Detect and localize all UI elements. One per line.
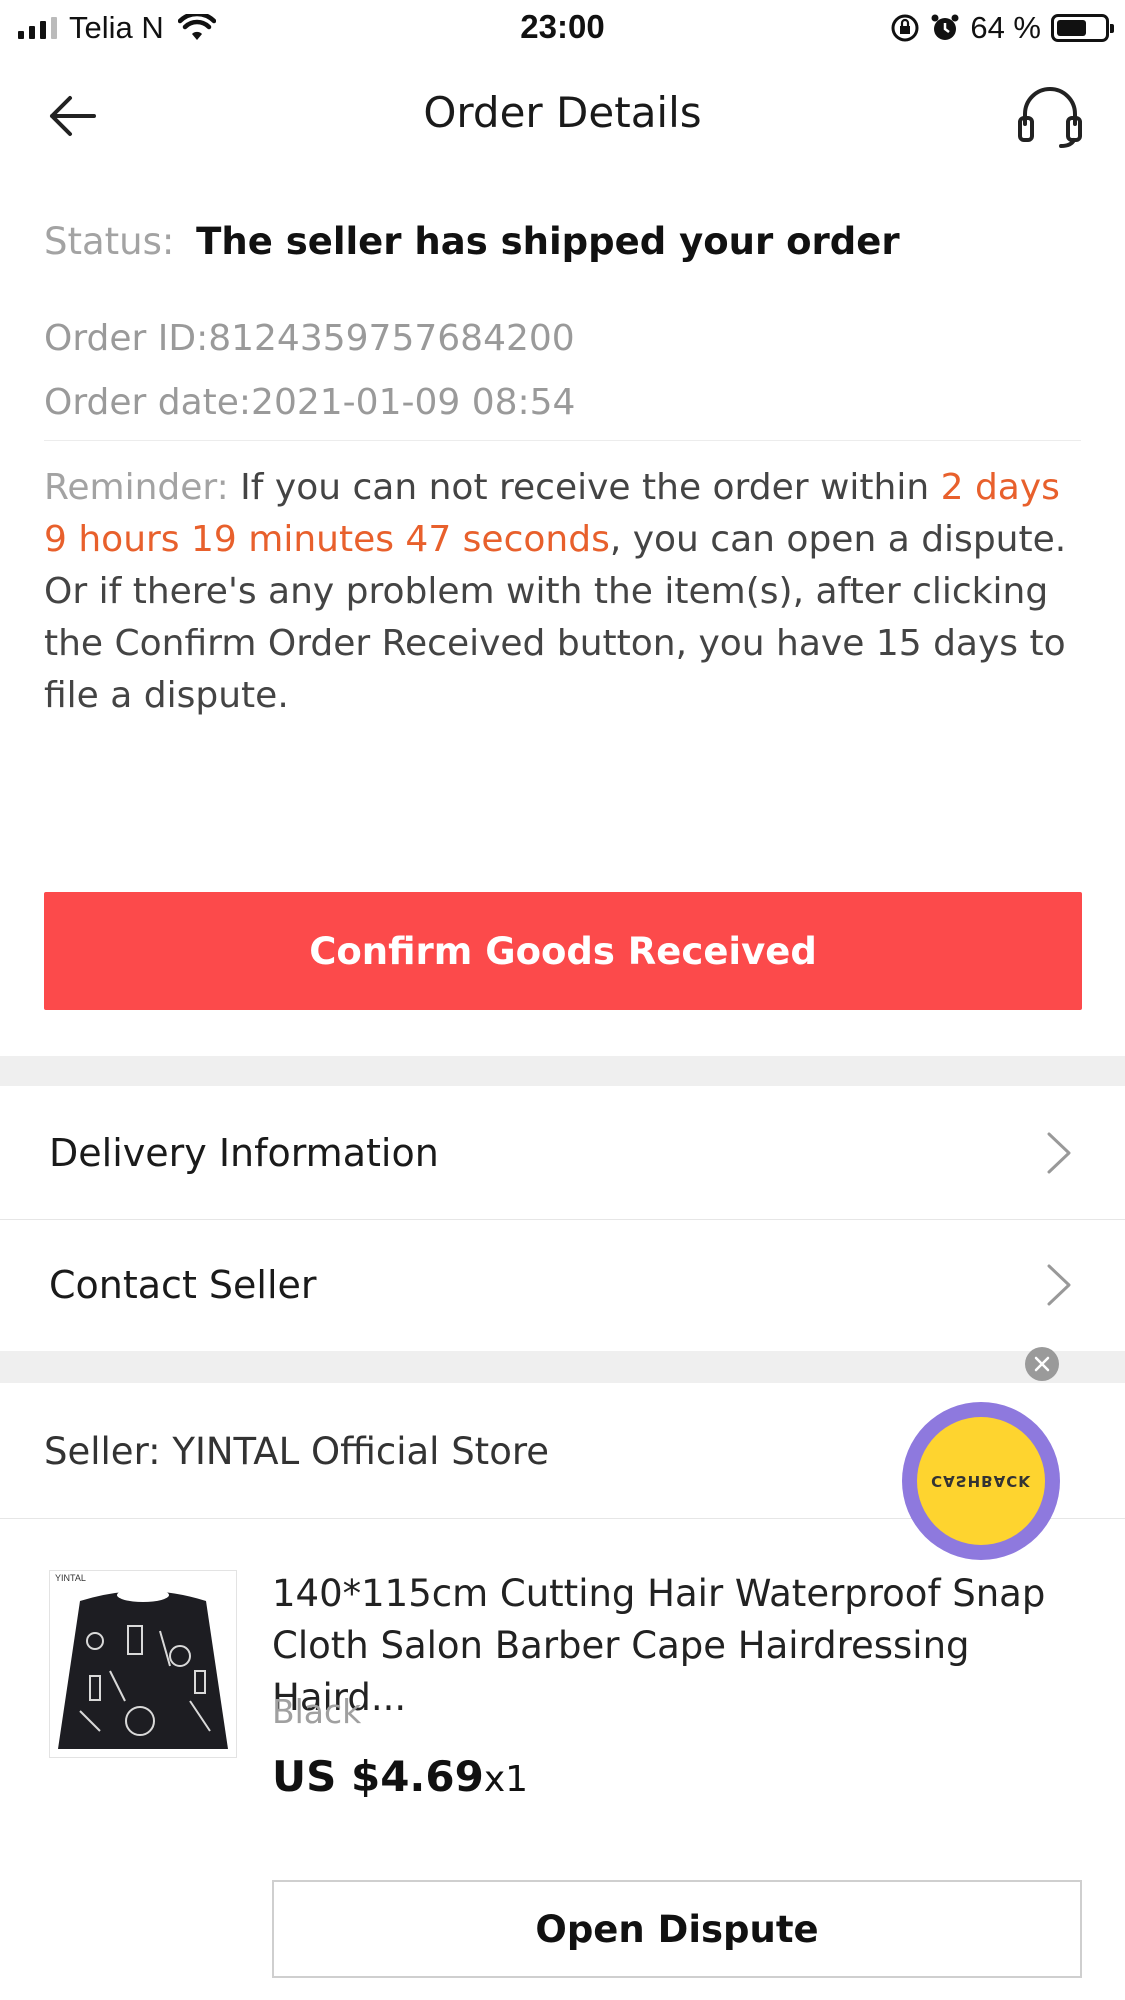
order-id: Order ID:8124359757684200	[44, 318, 575, 359]
battery-percent: 64 %	[970, 10, 1041, 45]
chevron-right-icon	[1047, 1132, 1071, 1174]
product-title[interactable]: 140*115cm Cutting Hair Waterproof Snap C…	[272, 1568, 1082, 1724]
delivery-information-row[interactable]: Delivery Information	[0, 1088, 1125, 1218]
alarm-icon	[931, 14, 959, 40]
cashback-label: CASHBACK	[917, 1417, 1045, 1545]
seller-name[interactable]: Seller: YINTAL Official Store	[44, 1430, 549, 1473]
reminder-before: If you can not receive the order within	[240, 467, 941, 508]
product-image[interactable]: YINTAL	[49, 1570, 237, 1758]
status-right: 64 %	[890, 10, 1114, 46]
close-promo-icon[interactable]	[1025, 1347, 1059, 1381]
order-date: Order date:2021-01-09 08:54	[44, 382, 576, 423]
divider	[44, 440, 1081, 441]
page-title: Order Details	[423, 88, 702, 137]
product-variant: Black	[272, 1692, 362, 1731]
chevron-right-icon	[1047, 1264, 1071, 1306]
reminder-label: Reminder:	[44, 467, 241, 508]
confirm-goods-received-button[interactable]: Confirm Goods Received	[44, 892, 1082, 1010]
open-dispute-button[interactable]: Open Dispute	[272, 1880, 1082, 1978]
status-label: Status:	[44, 220, 175, 263]
delivery-information-label: Delivery Information	[49, 1131, 439, 1175]
battery-icon	[1051, 14, 1114, 42]
reminder-text: Reminder: If you can not receive the ord…	[44, 462, 1089, 722]
status-bar: Telia N 23:00 64 %	[0, 0, 1125, 58]
cashback-button[interactable]: CASHBACK	[902, 1402, 1060, 1560]
product-quantity: x1	[483, 1759, 529, 1800]
product-price-row: US $4.69x1	[272, 1752, 528, 1801]
status-value: The seller has shipped your order	[196, 220, 900, 263]
brand-mark: YINTAL	[55, 1573, 86, 1583]
rotation-lock-icon	[891, 14, 919, 42]
section-separator	[0, 1056, 1125, 1086]
nav-header: Order Details	[0, 72, 1125, 158]
contact-seller-label: Contact Seller	[49, 1263, 317, 1307]
barber-cape-icon	[50, 1571, 236, 1757]
product-price: US $4.69	[272, 1752, 484, 1801]
contact-seller-row[interactable]: Contact Seller	[0, 1220, 1125, 1350]
headset-icon[interactable]	[1015, 84, 1085, 148]
section-separator	[0, 1351, 1125, 1383]
order-status: Status: The seller has shipped your orde…	[44, 220, 900, 263]
